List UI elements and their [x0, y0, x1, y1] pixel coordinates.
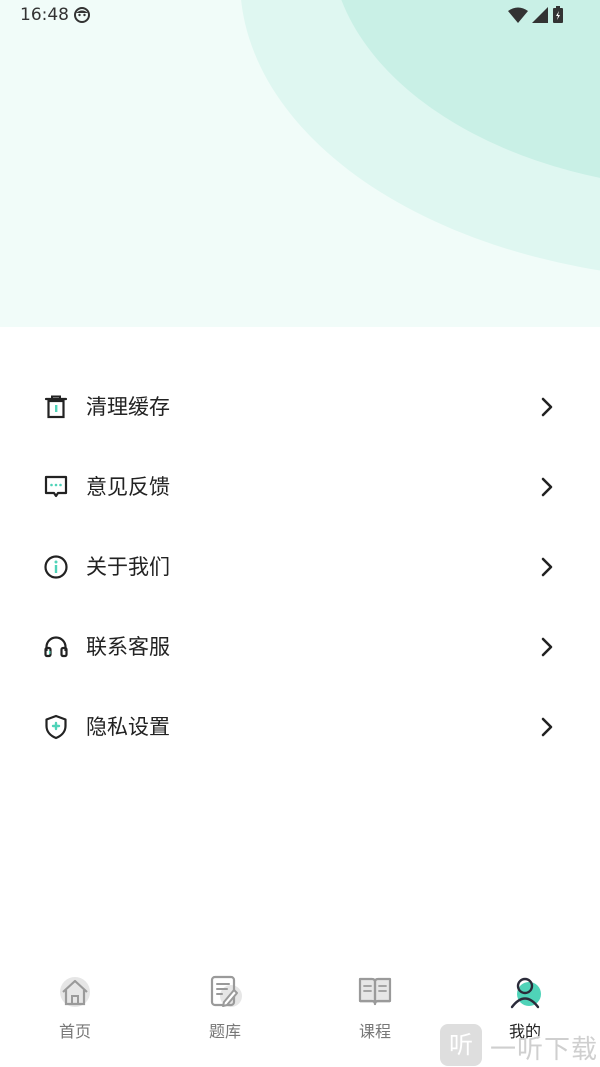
watermark-badge: 听: [440, 1024, 482, 1066]
shield-icon: [45, 714, 67, 740]
menu-label-customer-service: 联系客服: [86, 635, 170, 659]
header-decoration: [241, 0, 600, 271]
chevron-right-icon: [541, 717, 553, 737]
menu-item-feedback[interactable]: 意见反馈: [0, 447, 600, 527]
tab-home-label: 首页: [58, 1022, 91, 1041]
status-bar: 16:48: [0, 0, 600, 32]
menu-item-customer-service[interactable]: 联系客服: [0, 607, 600, 687]
chevron-right-icon: [541, 557, 553, 577]
chevron-right-icon: [541, 477, 553, 497]
tab-question-bank[interactable]: 题库: [175, 974, 275, 1044]
menu-item-privacy-settings[interactable]: 隐私设置: [0, 687, 600, 767]
book-icon: [358, 977, 392, 1006]
info-icon: [44, 555, 68, 579]
menu-item-clear-cache[interactable]: 清理缓存: [0, 367, 600, 447]
chevron-right-icon: [541, 637, 553, 657]
menu-label-clear-cache: 清理缓存: [86, 395, 170, 419]
menu-item-about-us[interactable]: 关于我们: [0, 527, 600, 607]
menu-label-about-us: 关于我们: [86, 555, 170, 579]
menu-label-privacy-settings: 隐私设置: [86, 715, 170, 739]
wifi-icon: [508, 7, 528, 23]
tab-home[interactable]: 首页: [25, 974, 125, 1044]
tab-courses-label: 课程: [358, 1022, 391, 1041]
settings-menu: 清理缓存 意见反馈 关于我们 联系客服 隐私设置: [0, 367, 600, 767]
home-icon: [60, 977, 90, 1007]
tab-question-bank-label: 题库: [208, 1022, 241, 1041]
profile-icon: [510, 977, 541, 1009]
watermark-text: 一听下载: [490, 1035, 599, 1065]
trash-icon: [44, 395, 68, 419]
question-bank-icon: [210, 975, 242, 1007]
tab-courses[interactable]: 课程: [325, 974, 425, 1044]
notification-icon: [74, 7, 90, 23]
headset-icon: [44, 636, 68, 658]
battery-icon: [553, 6, 563, 23]
status-time: 16:48: [20, 5, 69, 25]
header-banner: [0, 0, 600, 327]
menu-label-feedback: 意见反馈: [86, 475, 170, 499]
feedback-icon: [44, 475, 68, 498]
signal-icon: [532, 7, 548, 23]
watermark: 听 一听下载: [440, 1024, 600, 1067]
chevron-right-icon: [541, 397, 553, 417]
